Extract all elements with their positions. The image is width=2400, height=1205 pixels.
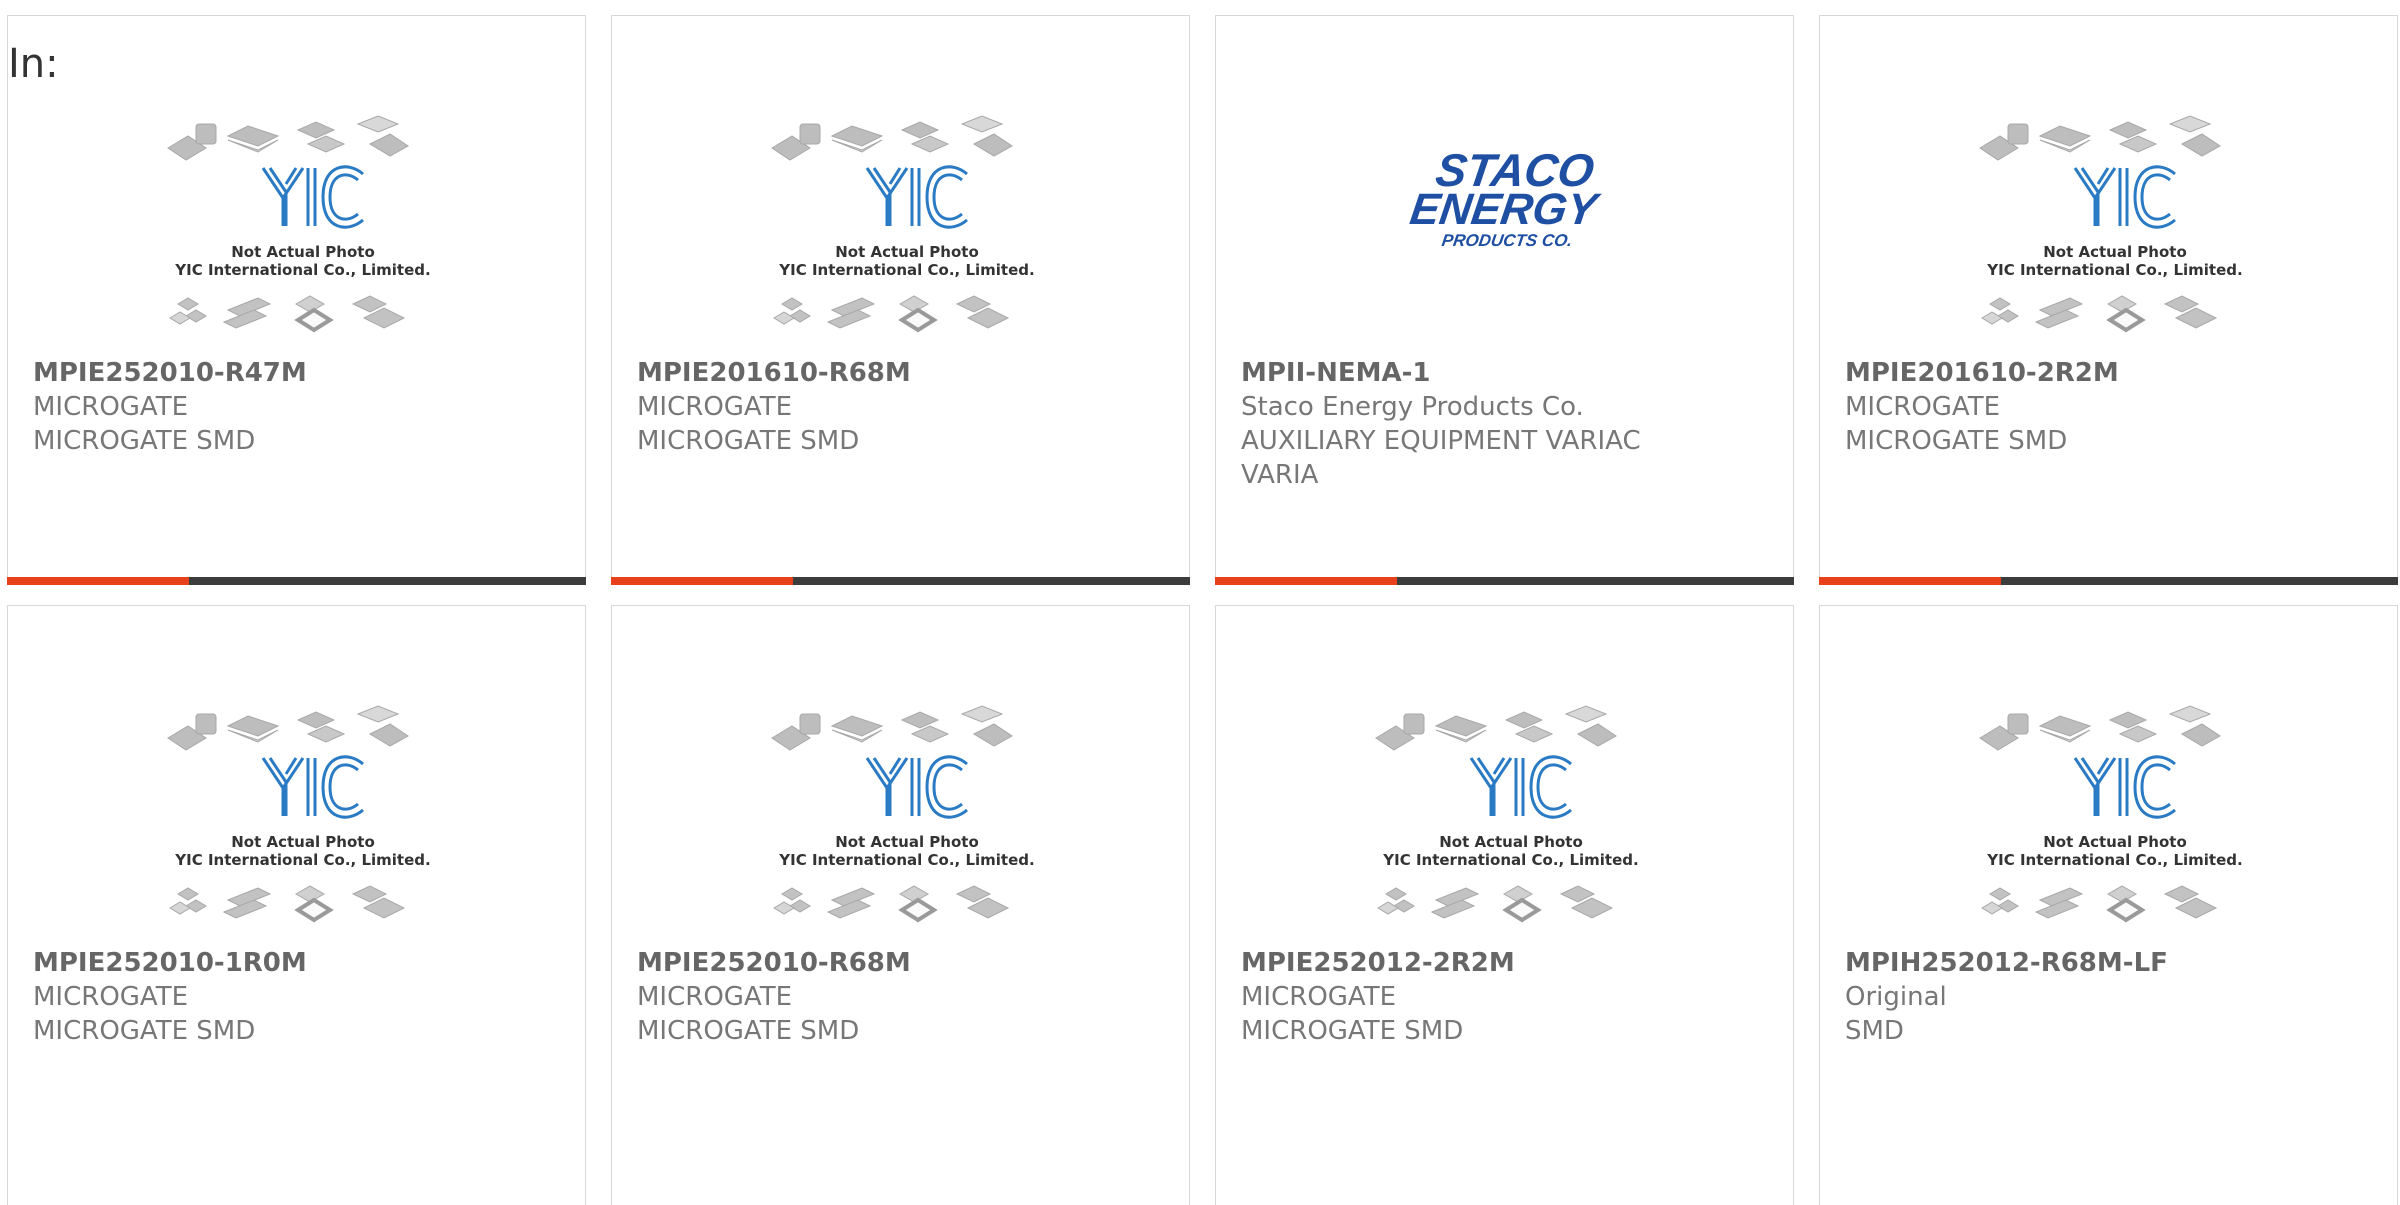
product-card[interactable]: STACO ENERGY PRODUCTS CO. MPII-NEMA-1 St… — [1215, 15, 1794, 585]
description: MICROGATE SMD — [637, 426, 860, 456]
card-accent — [7, 577, 189, 585]
svg-text:PRODUCTS CO.: PRODUCTS CO. — [1441, 231, 1574, 250]
svg-text:Not Actual Photo: Not Actual Photo — [231, 833, 375, 851]
description: MICROGATE SMD — [1241, 1016, 1464, 1046]
svg-text:Not Actual Photo: Not Actual Photo — [1439, 833, 1583, 851]
product-info: MPIE201610-2R2M MICROGATE MICROGATE SMD — [1845, 356, 2377, 458]
yic-placeholder-image: Not Actual Photo YIC International Co., … — [1979, 705, 2243, 923]
svg-text:YIC International Co., Limited: YIC International Co., Limited. — [1986, 261, 2242, 279]
filter-label: In: — [8, 41, 59, 87]
product-card[interactable]: Not Actual Photo YIC International Co., … — [611, 15, 1190, 585]
manufacturer: MICROGATE — [637, 982, 793, 1012]
product-card[interactable]: Not Actual Photo YIC International Co., … — [611, 605, 1190, 1205]
svg-text:YIC International Co., Limited: YIC International Co., Limited. — [1986, 851, 2242, 869]
product-card[interactable]: Not Actual Photo YIC International Co., … — [1215, 605, 1794, 1205]
svg-text:YIC International Co., Limited: YIC International Co., Limited. — [1382, 851, 1638, 869]
manufacturer: MICROGATE — [1845, 392, 2001, 422]
svg-text:Not Actual Photo: Not Actual Photo — [2043, 243, 2187, 261]
product-info: MPIE252010-R47M MICROGATE MICROGATE SMD — [33, 356, 565, 458]
part-number-link[interactable]: MPII-NEMA-1 — [1241, 356, 1773, 390]
part-number-link[interactable]: MPIE252010-1R0M — [33, 946, 565, 980]
product-grid: Not Actual Photo YIC International Co., … — [0, 0, 2400, 1205]
yic-placeholder-image: Not Actual Photo YIC International Co., … — [1979, 115, 2243, 333]
yic-placeholder-image: Not Actual Photo YIC International Co., … — [771, 705, 1035, 923]
svg-text:Not Actual Photo: Not Actual Photo — [835, 833, 979, 851]
description: MICROGATE SMD — [33, 1016, 256, 1046]
part-number-link[interactable]: MPIE252010-R47M — [33, 356, 565, 390]
yic-placeholder-image: Not Actual Photo YIC International Co., … — [167, 115, 431, 333]
product-card[interactable]: Not Actual Photo YIC International Co., … — [1819, 605, 2398, 1205]
yic-placeholder-image: Not Actual Photo YIC International Co., … — [771, 115, 1035, 333]
yic-placeholder-image: Not Actual Photo YIC International Co., … — [1375, 705, 1639, 923]
manufacturer: MICROGATE — [33, 392, 189, 422]
product-image[interactable]: Not Actual Photo YIC International Co., … — [762, 106, 1052, 356]
card-accent — [611, 577, 793, 585]
card-accent — [1215, 577, 1397, 585]
product-image[interactable]: Not Actual Photo YIC International Co., … — [762, 696, 1052, 946]
svg-text:Not Actual Photo: Not Actual Photo — [835, 243, 979, 261]
manufacturer: MICROGATE — [637, 392, 793, 422]
card-accent — [1819, 577, 2001, 585]
description: MICROGATE SMD — [33, 426, 256, 456]
product-info: MPIE252012-2R2M MICROGATE MICROGATE SMD — [1241, 946, 1773, 1048]
svg-text:YIC International Co., Limited: YIC International Co., Limited. — [778, 261, 1034, 279]
product-image[interactable]: Not Actual Photo YIC International Co., … — [158, 106, 448, 356]
description: MICROGATE SMD — [637, 1016, 860, 1046]
manufacturer: MICROGATE — [33, 982, 189, 1012]
svg-text:Not Actual Photo: Not Actual Photo — [231, 243, 375, 261]
product-info: MPIE201610-R68M MICROGATE MICROGATE SMD — [637, 356, 1169, 458]
card-bottom-bar — [7, 577, 586, 585]
description: MICROGATE SMD — [1845, 426, 2068, 456]
card-bottom-bar — [1215, 577, 1794, 585]
product-image[interactable]: Not Actual Photo YIC International Co., … — [1970, 106, 2260, 356]
part-number-link[interactable]: MPIH252012-R68M-LF — [1845, 946, 2377, 980]
product-image[interactable]: Not Actual Photo YIC International Co., … — [158, 696, 448, 946]
part-number-link[interactable]: MPIE252012-2R2M — [1241, 946, 1773, 980]
manufacturer: MICROGATE — [1241, 982, 1397, 1012]
part-number-link[interactable]: MPIE252010-R68M — [637, 946, 1169, 980]
product-info: MPII-NEMA-1 Staco Energy Products Co. AU… — [1241, 356, 1773, 492]
description: AUXILIARY EQUIPMENT VARIAC — [1241, 426, 1641, 456]
product-image[interactable]: Not Actual Photo YIC International Co., … — [1366, 696, 1656, 946]
card-bottom-bar — [611, 577, 1190, 585]
product-image[interactable]: Not Actual Photo YIC International Co., … — [1970, 696, 2260, 946]
svg-text:YIC International Co., Limited: YIC International Co., Limited. — [778, 851, 1034, 869]
product-card[interactable]: Not Actual Photo YIC International Co., … — [1819, 15, 2398, 585]
description-cont: VARIA — [1241, 460, 1319, 490]
part-number-link[interactable]: MPIE201610-2R2M — [1845, 356, 2377, 390]
product-card[interactable]: Not Actual Photo YIC International Co., … — [7, 15, 586, 585]
manufacturer: Original — [1845, 982, 1947, 1012]
yic-placeholder-image: Not Actual Photo YIC International Co., … — [167, 705, 431, 923]
part-number-link[interactable]: MPIE201610-R68M — [637, 356, 1169, 390]
svg-text:ENERGY: ENERGY — [1407, 185, 1603, 234]
staco-energy-logo: STACO ENERGY PRODUCTS CO. — [1407, 144, 1603, 250]
product-info: MPIE252010-1R0M MICROGATE MICROGATE SMD — [33, 946, 565, 1048]
manufacturer: Staco Energy Products Co. — [1241, 392, 1584, 422]
product-info: MPIH252012-R68M-LF Original SMD — [1845, 946, 2377, 1048]
svg-text:YIC International Co., Limited: YIC International Co., Limited. — [174, 851, 430, 869]
product-info: MPIE252010-R68M MICROGATE MICROGATE SMD — [637, 946, 1169, 1048]
product-image[interactable]: STACO ENERGY PRODUCTS CO. — [1366, 106, 1656, 356]
card-bottom-bar — [1819, 577, 2398, 585]
product-card[interactable]: Not Actual Photo YIC International Co., … — [7, 605, 586, 1205]
description: SMD — [1845, 1016, 1904, 1046]
svg-text:YIC International Co., Limited: YIC International Co., Limited. — [174, 261, 430, 279]
svg-text:Not Actual Photo: Not Actual Photo — [2043, 833, 2187, 851]
